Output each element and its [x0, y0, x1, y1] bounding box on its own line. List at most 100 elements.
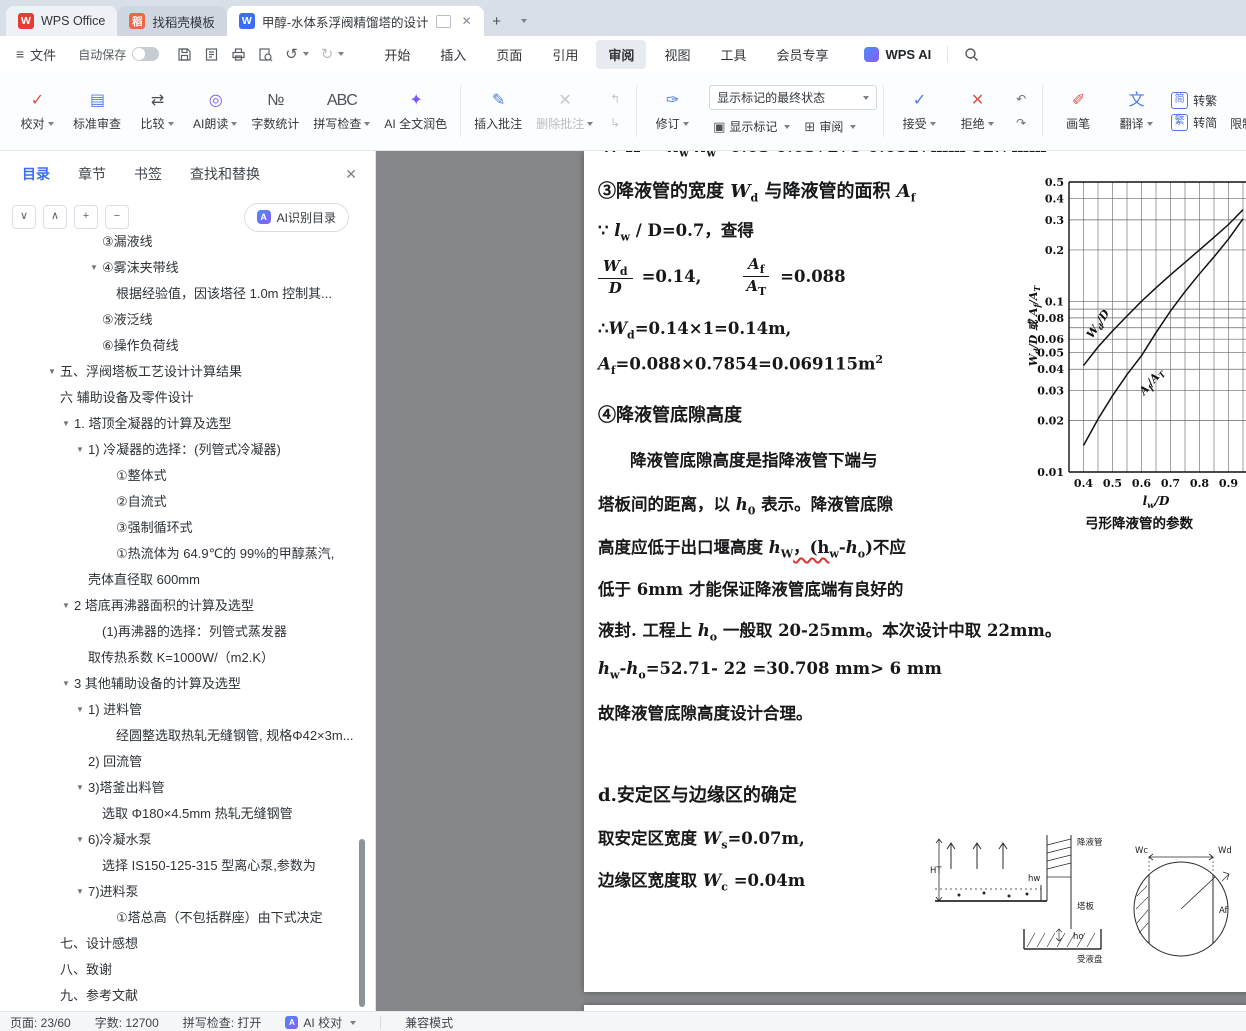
outline-item[interactable]: 壳体直径取 600mm	[0, 567, 375, 593]
ai-proof-control[interactable]: A AI 校对	[285, 1014, 356, 1031]
prev-comment-button[interactable]: ↰	[605, 91, 625, 108]
translate-button[interactable]: 文翻译	[1107, 86, 1165, 136]
collapse-caret-icon[interactable]: ▼	[58, 411, 74, 437]
menu-tab-4[interactable]: 审阅	[596, 40, 646, 69]
outline-zoom-in-button[interactable]: +	[74, 205, 98, 229]
ai-detect-outline-button[interactable]: A AI识别目录	[244, 203, 349, 232]
outline-item[interactable]: 八、致谢	[0, 957, 375, 983]
sidebar-tab-1[interactable]: 章节	[78, 164, 106, 184]
sidebar-tab-3[interactable]: 查找和替换	[190, 164, 260, 184]
next-change-button[interactable]: ↷	[1011, 115, 1031, 132]
standard-review-button[interactable]: ▤标准审查	[66, 86, 128, 136]
print-preview-icon[interactable]	[258, 47, 273, 62]
outline-item[interactable]: ⑥操作负荷线	[0, 333, 375, 359]
outline-item[interactable]: ▼7)进料泵	[0, 879, 375, 905]
outline-item[interactable]: ▼2 塔底再沸器面积的计算及选型	[0, 593, 375, 619]
document-page[interactable]: W·H = hw·hw=0.03·0.037275·0.0527mm·32.7m…	[584, 151, 1246, 992]
collapse-all-button[interactable]: ∧	[43, 205, 67, 229]
file-menu-button[interactable]: ≡ 文件	[10, 41, 62, 68]
collapse-caret-icon[interactable]: ▼	[72, 697, 88, 723]
collapse-caret-icon[interactable]: ▼	[72, 437, 88, 463]
next-comment-button[interactable]: ↳	[605, 115, 625, 132]
collapse-caret-icon[interactable]: ▼	[86, 255, 102, 281]
close-tab-icon[interactable]: ✕	[462, 14, 472, 28]
outline-item[interactable]: 九、参考文献	[0, 983, 375, 1009]
outline-item[interactable]: ▼3)塔釜出料管	[0, 775, 375, 801]
menu-tab-1[interactable]: 插入	[428, 40, 478, 69]
outline-item[interactable]: 取传热系数 K=1000W/（m2.K）	[0, 645, 375, 671]
convert-1-button[interactable]: 繁转简	[1171, 114, 1217, 131]
docer-template-tab[interactable]: 稻 找稻壳模板	[117, 6, 227, 36]
export-icon[interactable]	[204, 47, 219, 62]
outline-item[interactable]: ①整体式	[0, 463, 375, 489]
outline-item[interactable]: 选择 IS150-125-315 型离心泵,参数为	[0, 853, 375, 879]
menu-tab-2[interactable]: 页面	[484, 40, 534, 69]
outline-item[interactable]: 根据经验值，因该塔径 1.0m 控制其...	[0, 281, 375, 307]
ai-polish-button[interactable]: ✦AI 全文润色	[377, 86, 454, 136]
outline-item[interactable]: 经圆整选取热轧无缝钢管, 规格Φ42×3m...	[0, 723, 375, 749]
outline-item[interactable]: ③漏液线	[0, 229, 375, 255]
outline-item[interactable]: 2) 回流管	[0, 749, 375, 775]
outline-item[interactable]: ▼1) 冷凝器的选择：(列管式冷凝器)	[0, 437, 375, 463]
collapse-caret-icon[interactable]: ▼	[72, 775, 88, 801]
outline-item[interactable]: ①塔总高（不包括群座）由下式决定	[0, 905, 375, 931]
accept-button[interactable]: ✓接受	[890, 86, 948, 136]
sidebar-tab-2[interactable]: 书签	[134, 164, 162, 184]
expand-all-button[interactable]: ∨	[12, 205, 36, 229]
spellcheck-indicator[interactable]: 拼写检查: 打开	[183, 1014, 262, 1031]
collapse-caret-icon[interactable]: ▼	[44, 359, 60, 385]
outline-item[interactable]: 六 辅助设备及零件设计	[0, 385, 375, 411]
autosave-control[interactable]: 自动保存	[78, 46, 159, 63]
autosave-toggle[interactable]	[132, 47, 159, 61]
outline-zoom-out-button[interactable]: −	[105, 205, 129, 229]
menu-tab-0[interactable]: 开始	[372, 40, 422, 69]
save-icon[interactable]	[177, 47, 192, 62]
collapse-caret-icon[interactable]: ▼	[72, 827, 88, 853]
outline-item[interactable]: ▼④雾沫夹带线	[0, 255, 375, 281]
reject-button[interactable]: ✕拒绝	[948, 86, 1006, 136]
outline-item[interactable]: ②自流式	[0, 489, 375, 515]
prev-change-button[interactable]: ↶	[1011, 91, 1031, 108]
outline-item[interactable]: 七、设计感想	[0, 931, 375, 957]
sidebar-scrollbar[interactable]	[359, 839, 365, 1007]
menu-tab-5[interactable]: 视图	[652, 40, 702, 69]
word-count-button[interactable]: №字数统计	[244, 86, 306, 136]
restrict-edit-button[interactable]: ▩限制编辑	[1223, 86, 1246, 136]
outline-item[interactable]: ▼1. 塔顶全凝器的计算及选型	[0, 411, 375, 437]
proofread-button[interactable]: ✓校对	[8, 86, 66, 136]
outline-item[interactable]: ①热流体为 64.9℃的 99%的甲醇蒸汽,	[0, 541, 375, 567]
outline-item[interactable]: ▼3 其他辅助设备的计算及选型	[0, 671, 375, 697]
collapse-caret-icon[interactable]: ▼	[58, 593, 74, 619]
outline-item[interactable]: ▼6)冷凝水泵	[0, 827, 375, 853]
show-markup-button[interactable]: ▣显示标记	[709, 116, 794, 137]
search-icon[interactable]	[964, 47, 979, 62]
next-page-top[interactable]	[584, 1005, 1246, 1011]
delete-comment-button[interactable]: ✕删除批注	[529, 86, 600, 136]
pen-button[interactable]: ✐画笔	[1049, 86, 1107, 136]
menu-tab-7[interactable]: 会员专享	[764, 40, 840, 69]
menu-tab-6[interactable]: 工具	[708, 40, 758, 69]
outline-item[interactable]: ▼五、浮阀塔板工艺设计计算结果	[0, 359, 375, 385]
outline-item[interactable]: ▼1) 进料管	[0, 697, 375, 723]
wps-ai-tab[interactable]: WPS AI	[864, 47, 931, 62]
document-tab[interactable]: W 甲醇-水体系浮阀精馏塔的设计 ✕	[227, 6, 484, 36]
redo-button[interactable]: ↻	[321, 45, 345, 63]
collapse-caret-icon[interactable]: ▼	[58, 671, 74, 697]
insert-comment-button[interactable]: ✎插入批注	[467, 86, 529, 136]
ai-read-button[interactable]: ◎AI朗读	[186, 86, 244, 136]
outline-item[interactable]: ③强制循环式	[0, 515, 375, 541]
compare-button[interactable]: ⇄比较	[128, 86, 186, 136]
print-icon[interactable]	[231, 47, 246, 62]
tab-list-caret[interactable]	[510, 6, 536, 36]
sidebar-close-icon[interactable]: ✕	[345, 166, 357, 183]
spell-check-button[interactable]: ABC拼写检查	[306, 86, 377, 136]
collapse-caret-icon[interactable]: ▼	[72, 879, 88, 905]
outline-item[interactable]: ⑤液泛线	[0, 307, 375, 333]
menu-tab-3[interactable]: 引用	[540, 40, 590, 69]
convert-0-button[interactable]: 简转繁	[1171, 92, 1217, 109]
wps-home-tab[interactable]: W WPS Office	[6, 6, 117, 36]
markup-state-dropdown[interactable]: 显示标记的最终状态	[709, 85, 877, 110]
new-tab-button[interactable]: +	[484, 6, 510, 36]
outline-item[interactable]: 选取 Φ180×4.5mm 热轧无缝钢管	[0, 801, 375, 827]
undo-button[interactable]: ↺	[285, 45, 309, 63]
